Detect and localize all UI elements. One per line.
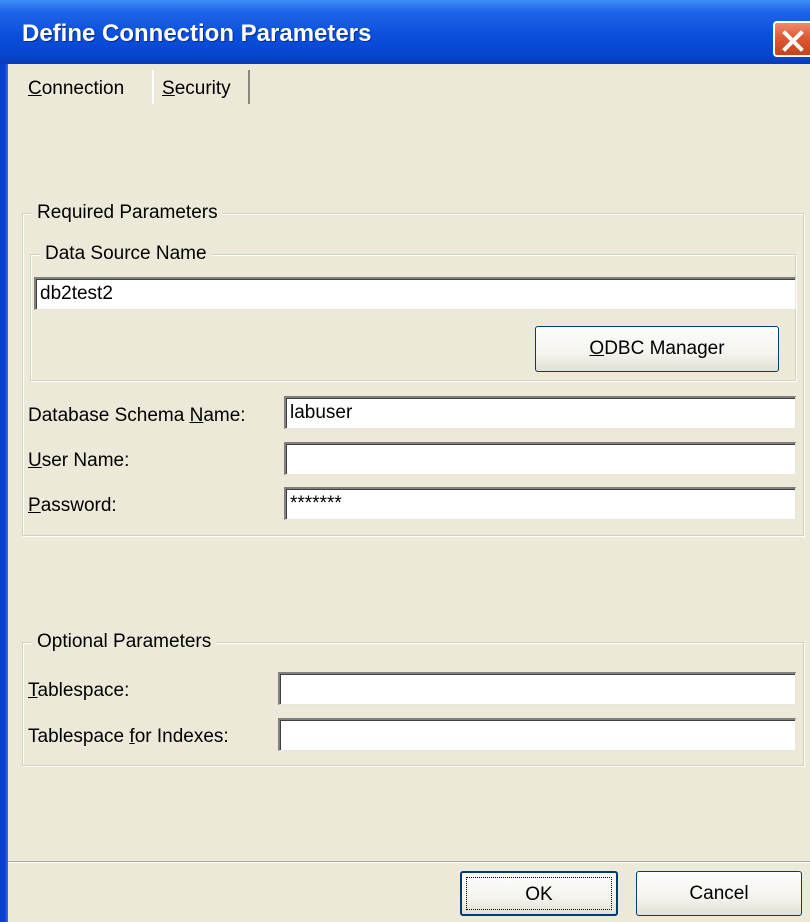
tablespace-for-indexes-label: Tablespace for Indexes: (28, 726, 229, 747)
data-source-name-input[interactable]: db2test2 (34, 277, 796, 310)
ok-button[interactable]: OK (460, 871, 618, 916)
data-source-name-title: Data Source Name (40, 243, 212, 265)
dialog-window: Define Connection Parameters Connection … (0, 0, 810, 922)
title-bar[interactable]: Define Connection Parameters (0, 0, 810, 64)
tablespace-for-indexes-input[interactable] (278, 718, 796, 751)
database-schema-name-label: Database Schema Name: (28, 405, 246, 426)
database-schema-name-input[interactable]: labuser (284, 396, 796, 429)
window-frame-left (0, 64, 8, 922)
password-input[interactable]: ******* (284, 487, 796, 520)
ok-focus-ring (466, 877, 612, 910)
user-name-label: User Name: (28, 450, 130, 471)
user-name-input[interactable] (284, 442, 796, 475)
required-parameters-title: Required Parameters (32, 202, 223, 224)
close-button[interactable] (773, 21, 810, 57)
tab-connection-label: Connection (28, 78, 125, 99)
close-icon (782, 30, 804, 52)
footer-separator (8, 861, 810, 863)
odbc-manager-button[interactable]: ODBC Manager (535, 326, 779, 372)
cancel-button[interactable]: Cancel (636, 871, 802, 916)
optional-parameters-title: Optional Parameters (32, 631, 217, 653)
window-title: Define Connection Parameters (22, 20, 372, 47)
password-label: Password: (28, 495, 117, 516)
tab-security-label: Security (162, 78, 231, 99)
tab-connection[interactable]: Connection (12, 70, 152, 104)
tablespace-input[interactable] (278, 672, 796, 705)
tab-security[interactable]: Security (152, 70, 250, 104)
tablespace-label: Tablespace: (28, 680, 130, 701)
